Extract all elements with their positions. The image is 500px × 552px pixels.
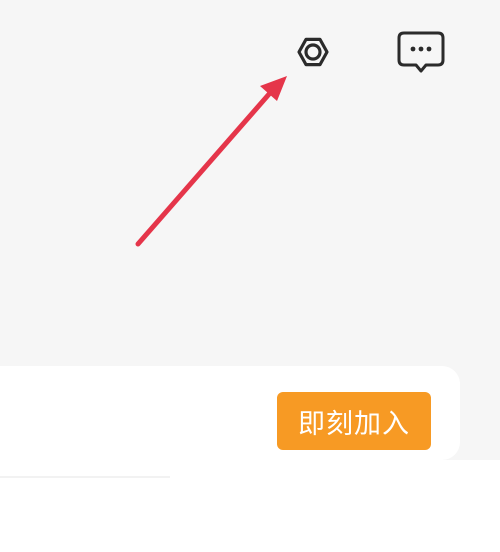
settings-button[interactable] bbox=[281, 20, 345, 84]
message-button[interactable] bbox=[389, 20, 453, 84]
join-now-button[interactable]: 即刻加入 bbox=[277, 392, 431, 450]
bottom-area bbox=[0, 460, 500, 552]
message-icon bbox=[397, 31, 445, 73]
divider bbox=[0, 476, 170, 478]
settings-icon bbox=[297, 37, 329, 67]
